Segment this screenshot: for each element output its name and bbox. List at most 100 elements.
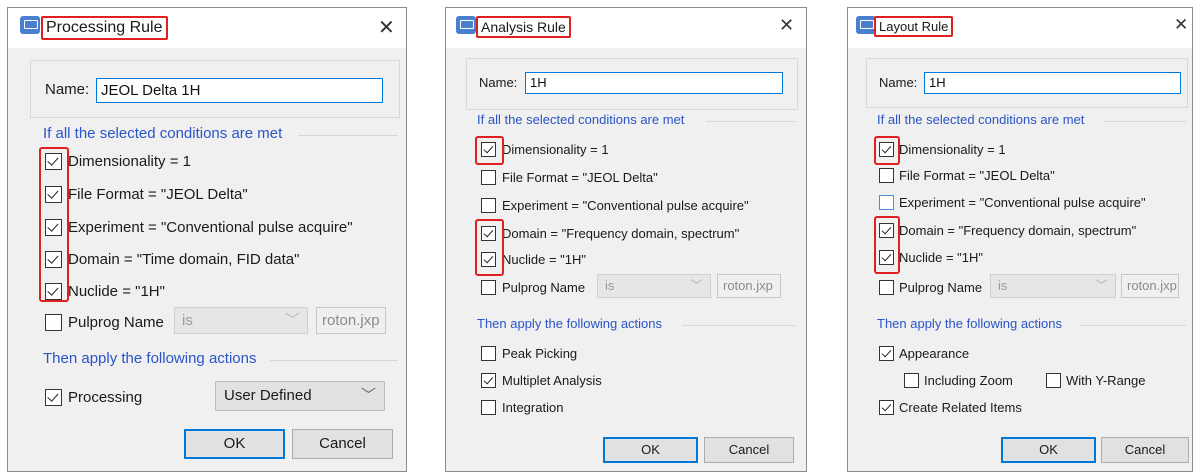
checkbox[interactable] xyxy=(481,197,496,213)
cancel-button[interactable]: Cancel xyxy=(292,429,393,459)
condition-label: Experiment = "Conventional pulse acquire… xyxy=(68,218,353,236)
condition-row[interactable]: File Format = "JEOL Delta" xyxy=(481,168,658,186)
processing-rule-dialog: Processing Rule ✕ Name: JEOL Delta 1H If… xyxy=(7,7,407,472)
condition-label: Domain = "Frequency domain, spectrum" xyxy=(502,225,740,241)
checkbox[interactable] xyxy=(879,194,894,210)
pulprog-row[interactable]: Pulprog Name xyxy=(879,278,982,296)
name-group: Name: 1H xyxy=(466,58,798,110)
operator-value: is xyxy=(998,278,1008,293)
checkbox[interactable] xyxy=(481,399,496,415)
checkbox[interactable] xyxy=(1046,372,1061,388)
close-icon[interactable]: ✕ xyxy=(779,15,794,36)
action-row[interactable]: Processing xyxy=(45,387,142,407)
dialog-title: Processing Rule xyxy=(41,16,168,40)
cancel-button[interactable]: Cancel xyxy=(704,437,794,463)
condition-row[interactable]: File Format = "JEOL Delta" xyxy=(45,184,248,204)
ok-button[interactable]: OK xyxy=(184,429,285,459)
condition-label: Nuclide = "1H" xyxy=(899,249,984,265)
app-icon xyxy=(856,16,876,34)
condition-label: Nuclide = "1H" xyxy=(502,251,587,267)
pulprog-operator-select[interactable]: is ﹀ xyxy=(174,307,308,334)
action-row[interactable]: Integration xyxy=(481,398,563,416)
condition-label: Experiment = "Conventional pulse acquire… xyxy=(502,197,749,213)
layout-rule-dialog: Layout Rule ✕ Name: 1H If all the select… xyxy=(847,7,1193,472)
highlight-box xyxy=(874,136,900,165)
chevron-down-icon: ﹀ xyxy=(1094,278,1108,293)
pulprog-operator-select[interactable]: is ﹀ xyxy=(990,274,1116,298)
title-bar: Layout Rule ✕ xyxy=(848,8,1192,48)
condition-row[interactable]: Domain = "Frequency domain, spectrum" xyxy=(879,221,1136,239)
name-label: Name: xyxy=(479,75,518,90)
condition-label: Domain = "Frequency domain, spectrum" xyxy=(899,222,1137,238)
processing-mode-select[interactable]: User Defined ﹀ xyxy=(215,381,385,411)
checkbox[interactable] xyxy=(879,279,894,295)
condition-row[interactable]: Domain = "Time domain, FID data" xyxy=(45,249,299,269)
cancel-button[interactable]: Cancel xyxy=(1101,437,1189,463)
title-bar: Analysis Rule ✕ xyxy=(446,8,806,48)
action-label: Processing xyxy=(68,388,143,406)
action-row[interactable]: Multiplet Analysis xyxy=(481,371,602,389)
condition-row[interactable]: File Format = "JEOL Delta" xyxy=(879,166,1055,184)
actions-header: Then apply the following actions xyxy=(477,316,663,331)
title-bar: Processing Rule ✕ xyxy=(8,8,406,48)
app-icon xyxy=(456,16,476,34)
close-icon[interactable]: ✕ xyxy=(378,15,395,40)
action-row[interactable]: With Y-Range xyxy=(1046,371,1146,389)
checkbox[interactable] xyxy=(481,169,496,185)
pulprog-value-field[interactable]: roton.jxp xyxy=(1121,274,1179,298)
checkbox[interactable] xyxy=(481,345,496,361)
name-group: Name: JEOL Delta 1H xyxy=(30,60,400,118)
condition-label: File Format = "JEOL Delta" xyxy=(899,167,1055,183)
checkbox[interactable] xyxy=(879,345,894,361)
checkbox[interactable] xyxy=(45,388,62,406)
analysis-rule-dialog: Analysis Rule ✕ Name: 1H If all the sele… xyxy=(445,7,807,472)
conditions-header: If all the selected conditions are met xyxy=(877,112,1085,127)
name-label: Name: xyxy=(879,75,918,90)
action-row[interactable]: Peak Picking xyxy=(481,344,577,362)
checkbox[interactable] xyxy=(481,372,496,388)
condition-row[interactable]: Domain = "Frequency domain, spectrum" xyxy=(481,224,739,242)
pulprog-operator-select[interactable]: is ﹀ xyxy=(597,274,711,298)
pulprog-label: Pulprog Name xyxy=(68,313,164,331)
operator-value: is xyxy=(182,312,193,329)
action-label: Including Zoom xyxy=(924,372,1013,388)
name-label: Name: xyxy=(45,81,90,98)
pulprog-row[interactable]: Pulprog Name xyxy=(481,278,585,296)
pulprog-label: Pulprog Name xyxy=(502,279,586,295)
actions-header: Then apply the following actions xyxy=(43,350,257,367)
conditions-header: If all the selected conditions are met xyxy=(43,125,283,142)
checkbox[interactable] xyxy=(904,372,919,388)
ok-button[interactable]: OK xyxy=(1001,437,1096,463)
action-label: Appearance xyxy=(899,345,970,361)
name-input[interactable]: JEOL Delta 1H xyxy=(96,78,383,103)
pulprog-value-field[interactable]: roton.jxp xyxy=(316,307,386,334)
action-row[interactable]: Create Related Items xyxy=(879,398,1022,416)
name-input[interactable]: 1H xyxy=(924,72,1181,94)
select-value: User Defined xyxy=(224,387,312,404)
action-row[interactable]: Appearance xyxy=(879,344,969,362)
checkbox[interactable] xyxy=(481,279,496,295)
close-icon[interactable]: ✕ xyxy=(1174,15,1188,35)
chevron-down-icon: ﹀ xyxy=(689,278,703,293)
conditions-divider xyxy=(1104,121,1186,122)
ok-button[interactable]: OK xyxy=(603,437,698,463)
action-row[interactable]: Including Zoom xyxy=(904,371,1013,389)
condition-row[interactable]: Experiment = "Conventional pulse acquire… xyxy=(481,196,749,214)
condition-label: File Format = "JEOL Delta" xyxy=(502,169,658,185)
name-input[interactable]: 1H xyxy=(525,72,783,94)
chevron-down-icon: ﹀ xyxy=(284,312,300,329)
condition-row[interactable]: Experiment = "Conventional pulse acquire… xyxy=(45,217,353,237)
pulprog-value-field[interactable]: roton.jxp xyxy=(717,274,781,298)
actions-divider xyxy=(1081,325,1186,326)
pulprog-row[interactable]: Pulprog Name xyxy=(45,312,164,332)
app-icon xyxy=(20,16,40,34)
actions-divider xyxy=(270,360,398,361)
action-label: Integration xyxy=(502,399,564,415)
action-label: With Y-Range xyxy=(1066,372,1146,388)
operator-value: is xyxy=(605,278,615,293)
condition-row[interactable]: Experiment = "Conventional pulse acquire… xyxy=(879,193,1146,211)
checkbox[interactable] xyxy=(879,167,894,183)
checkbox[interactable] xyxy=(879,399,894,415)
action-label: Create Related Items xyxy=(899,399,1022,415)
checkbox[interactable] xyxy=(45,313,62,331)
